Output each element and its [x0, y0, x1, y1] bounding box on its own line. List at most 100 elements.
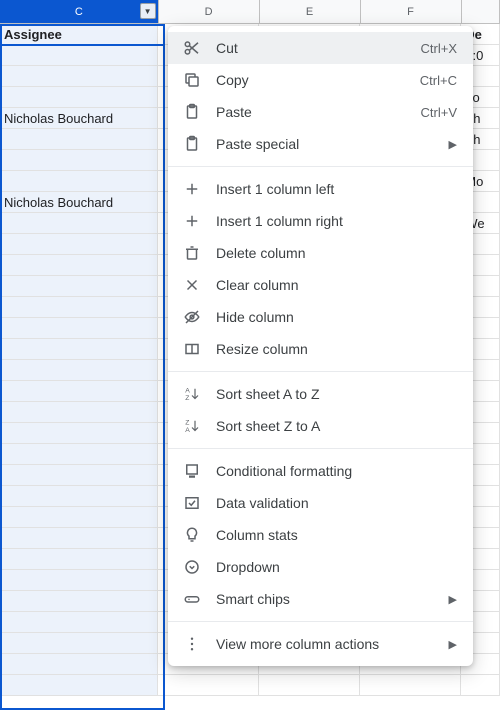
menu-clear-column-label: Clear column [216, 277, 457, 293]
menu-smart-chips[interactable]: Smart chips ▶ [168, 583, 473, 615]
cell-text: Nicholas Bouchard [4, 111, 113, 126]
menu-sort-za[interactable]: ZA Sort sheet Z to A [168, 410, 473, 442]
cell[interactable] [0, 465, 158, 485]
menu-paste-shortcut: Ctrl+V [421, 105, 457, 120]
cell[interactable] [0, 381, 158, 401]
menu-paste[interactable]: Paste Ctrl+V [168, 96, 473, 128]
column-header-e-label: E [306, 6, 313, 18]
svg-text:Z: Z [185, 420, 189, 427]
menu-more-actions[interactable]: View more column actions ▶ [168, 628, 473, 660]
column-header-c-label: C [75, 6, 83, 18]
cell[interactable] [0, 591, 158, 611]
conditional-formatting-icon [182, 461, 202, 481]
more-vertical-icon [182, 634, 202, 654]
menu-delete-column-label: Delete column [216, 245, 457, 261]
menu-data-validation-label: Data validation [216, 495, 457, 511]
menu-conditional-formatting[interactable]: Conditional formatting [168, 455, 473, 487]
menu-delete-column[interactable]: Delete column [168, 237, 473, 269]
menu-hide-column[interactable]: Hide column [168, 301, 473, 333]
menu-resize-column-label: Resize column [216, 341, 457, 357]
column-header-f[interactable]: F [361, 0, 462, 23]
resize-icon [182, 339, 202, 359]
cell[interactable] [0, 150, 158, 170]
cell[interactable] [158, 675, 259, 695]
cell[interactable]: Nicholas Bouchard [0, 108, 158, 128]
cell[interactable] [0, 234, 158, 254]
cell[interactable] [360, 675, 461, 695]
menu-paste-special[interactable]: Paste special ▶ [168, 128, 473, 160]
column-context-menu: Cut Ctrl+X Copy Ctrl+C Paste Ctrl+V Past… [168, 26, 473, 666]
sort-za-icon: ZA [182, 416, 202, 436]
cell[interactable] [0, 297, 158, 317]
cell[interactable] [0, 45, 158, 65]
cell[interactable] [0, 255, 158, 275]
menu-cut[interactable]: Cut Ctrl+X [168, 32, 473, 64]
menu-insert-right-label: Insert 1 column right [216, 213, 457, 229]
cell[interactable] [0, 129, 158, 149]
cell[interactable] [0, 339, 158, 359]
menu-resize-column[interactable]: Resize column [168, 333, 473, 365]
column-header-next[interactable] [462, 0, 500, 23]
eye-off-icon [182, 307, 202, 327]
menu-column-stats-label: Column stats [216, 527, 457, 543]
cell[interactable] [0, 360, 158, 380]
menu-sort-az-label: Sort sheet A to Z [216, 386, 457, 402]
cell[interactable] [0, 528, 158, 548]
plus-icon [182, 211, 202, 231]
svg-text:A: A [185, 427, 190, 434]
cell[interactable] [0, 654, 158, 674]
menu-insert-right[interactable]: Insert 1 column right [168, 205, 473, 237]
cell[interactable]: Nicholas Bouchard [0, 192, 158, 212]
cell[interactable] [0, 444, 158, 464]
menu-sort-az[interactable]: AZ Sort sheet A to Z [168, 378, 473, 410]
menu-dropdown[interactable]: Dropdown [168, 551, 473, 583]
submenu-arrow-icon: ▶ [449, 593, 457, 606]
column-header-c[interactable]: C ▼ [0, 0, 159, 23]
cell[interactable] [0, 213, 158, 233]
cell[interactable] [0, 486, 158, 506]
cell[interactable] [0, 276, 158, 296]
cell[interactable] [0, 612, 158, 632]
cell[interactable] [0, 318, 158, 338]
column-header-row: C ▼ D E F [0, 0, 500, 24]
cell[interactable] [0, 570, 158, 590]
menu-insert-left[interactable]: Insert 1 column left [168, 173, 473, 205]
column-dropdown-icon[interactable]: ▼ [140, 3, 156, 19]
menu-paste-special-label: Paste special [216, 136, 449, 152]
menu-smart-chips-label: Smart chips [216, 591, 449, 607]
menu-hide-column-label: Hide column [216, 309, 457, 325]
cell[interactable] [259, 675, 360, 695]
sort-az-icon: AZ [182, 384, 202, 404]
menu-cut-shortcut: Ctrl+X [421, 41, 457, 56]
menu-separator [168, 621, 473, 622]
cell[interactable] [0, 171, 158, 191]
svg-text:Z: Z [185, 395, 189, 402]
column-header-f-label: F [407, 6, 414, 18]
column-header-d-label: D [205, 6, 213, 18]
cell-c-header[interactable]: Assignee [0, 24, 158, 44]
menu-cut-label: Cut [216, 40, 421, 56]
smart-chips-icon [182, 589, 202, 609]
menu-data-validation[interactable]: Data validation [168, 487, 473, 519]
cell[interactable] [0, 87, 158, 107]
trash-icon [182, 243, 202, 263]
cell[interactable] [0, 675, 158, 695]
cell[interactable] [0, 633, 158, 653]
cell[interactable] [0, 549, 158, 569]
menu-copy[interactable]: Copy Ctrl+C [168, 64, 473, 96]
menu-dropdown-label: Dropdown [216, 559, 457, 575]
menu-sort-za-label: Sort sheet Z to A [216, 418, 457, 434]
cell[interactable] [0, 507, 158, 527]
column-header-d[interactable]: D [159, 0, 260, 23]
submenu-arrow-icon: ▶ [449, 638, 457, 651]
column-header-e[interactable]: E [260, 0, 361, 23]
cell[interactable] [461, 675, 500, 695]
cell-text: Nicholas Bouchard [4, 195, 113, 210]
menu-clear-column[interactable]: Clear column [168, 269, 473, 301]
cell[interactable] [0, 66, 158, 86]
cell[interactable] [0, 402, 158, 422]
menu-paste-label: Paste [216, 104, 421, 120]
menu-column-stats[interactable]: Column stats [168, 519, 473, 551]
menu-separator [168, 166, 473, 167]
cell[interactable] [0, 423, 158, 443]
